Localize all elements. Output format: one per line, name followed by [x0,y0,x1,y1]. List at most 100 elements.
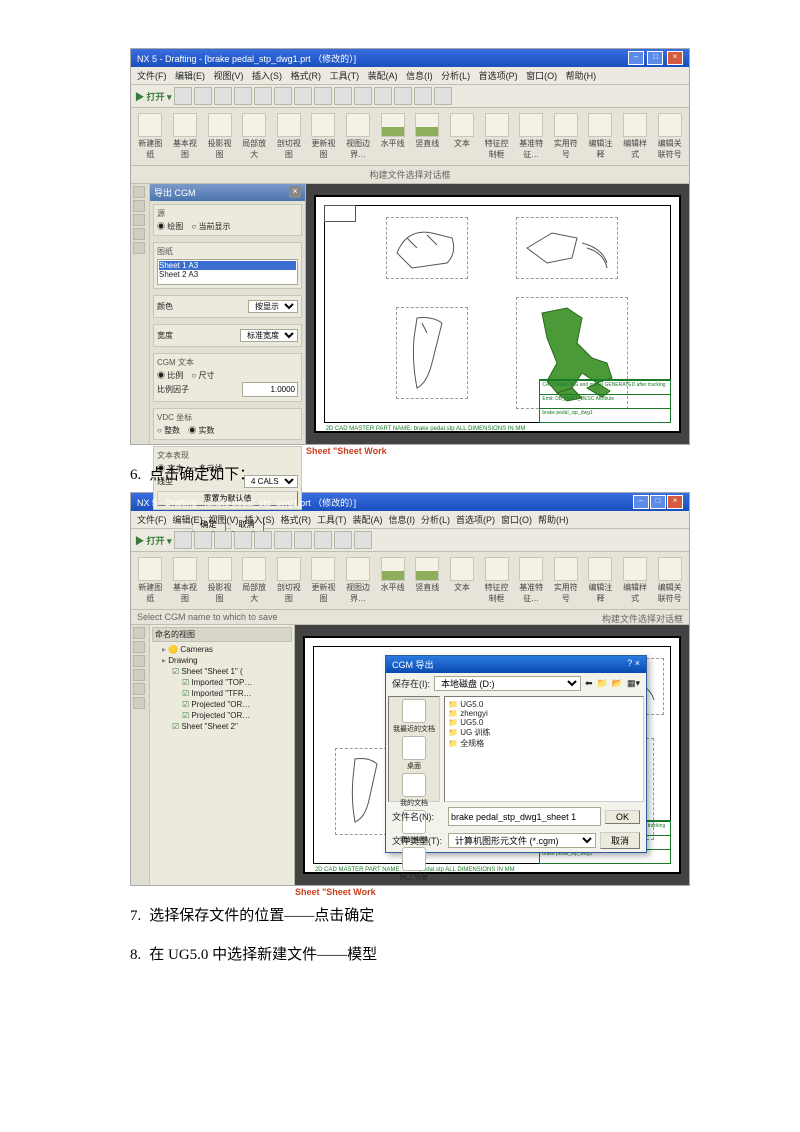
tool-icon[interactable] [234,87,252,105]
screenshot-2: NX 5 - Drafting - [brake pedal_stp_dwg1.… [130,492,690,886]
drawing-canvas[interactable]: CAD DRAWING and model GENERATED after tr… [306,184,689,444]
btn-detail[interactable]: 局部放大 [239,111,270,162]
radio-size[interactable]: ○ 尺寸 [191,371,214,380]
tree-item[interactable]: Projected "OR… [182,699,292,710]
tool-icon[interactable] [194,87,212,105]
place-desktop[interactable]: 桌面 [402,736,426,771]
close-icon[interactable]: × [667,495,683,509]
scale-input[interactable] [242,382,298,397]
menu-tools[interactable]: 工具(T) [330,71,360,81]
tool-icon[interactable] [394,87,412,105]
radio-real[interactable]: ◉ 实数 [188,426,214,435]
place-docs[interactable]: 我的文档 [400,773,428,808]
tree-item[interactable]: Sheet "Sheet 2" [172,721,292,732]
radio-current[interactable]: ○ 当前显示 [191,222,230,231]
folder-item[interactable]: UG 训练 [448,727,640,738]
radio-drawing[interactable]: ◉ 绘图 [157,222,183,231]
panel-title: 导出 CGM [154,186,196,199]
newfolder-icon[interactable]: 📂 [612,678,623,689]
btn-base-view[interactable]: 基本视图 [170,111,201,162]
minimize-icon[interactable]: – [633,495,649,509]
menu-assembly[interactable]: 装配(A) [368,71,398,81]
sheets-list[interactable]: Sheet 1 A3 Sheet 2 A3 [157,259,298,285]
btn-fcf[interactable]: 特征控制框 [481,111,512,162]
place-network[interactable]: 网上邻居 [400,847,428,882]
menu-edit[interactable]: 编辑(E) [175,71,205,81]
part-navigator[interactable]: 命名的视图 🟡 Cameras Drawing Sheet "Sheet 1" … [150,625,295,885]
radio-int[interactable]: ○ 整数 [157,426,180,435]
dialog-cancel-button[interactable]: 取消 [600,832,640,849]
step-7: 7.选择保存文件的位置——点击确定 [130,904,690,925]
btn-datum[interactable]: 基准特征… [516,111,547,162]
width-select[interactable]: 标准宽度 [240,329,298,342]
btn-edit-note[interactable]: 编辑注释 [585,111,616,162]
radio-scale[interactable]: ◉ 比例 [157,371,183,380]
tree-drawing[interactable]: Drawing [162,655,292,666]
step-6: 6.点击确定如下： [130,463,690,484]
tree-item[interactable]: Imported "TOP… [182,677,292,688]
maximize-icon[interactable]: □ [650,495,666,509]
drawing-canvas[interactable]: CAD DRAWING and model GENERATED after tr… [295,625,689,885]
menu-view[interactable]: 视图(V) [214,71,244,81]
btn-vline[interactable]: 竖直线 [412,111,443,162]
menu-prefs[interactable]: 首选项(P) [479,71,518,81]
source-label: 源 [157,208,298,219]
btn-edit-assoc[interactable]: 编辑关联符号 [654,111,685,162]
btn-update[interactable]: 更新视图 [308,111,339,162]
menu-file[interactable]: 文件(F) [137,71,167,81]
filetype-select[interactable]: 计算机图形元文件 (*.cgm) [448,833,596,848]
btn-hline[interactable]: 水平线 [377,111,408,162]
scale-label: 比例因子 [157,384,189,395]
screenshot-1: NX 5 - Drafting - [brake pedal_stp_dwg1.… [130,48,690,445]
btn-proj-view[interactable]: 投影视图 [204,111,235,162]
btn-boundary[interactable]: 视图边界… [343,111,374,162]
btn-new-sheet[interactable]: 新建图纸 [135,111,166,162]
file-list[interactable]: UG5.0 zhengyi UG5.0 UG 训练 全规格 [444,696,644,802]
close-icon[interactable]: × [667,51,683,65]
tool-icon[interactable] [354,87,372,105]
tool-icon[interactable] [414,87,432,105]
maximize-icon[interactable]: □ [647,51,663,65]
drawing-sheet: CAD DRAWING and model GENERATED after tr… [314,195,682,433]
btn-section[interactable]: 剖切视图 [274,111,305,162]
tool-icon[interactable] [254,87,272,105]
tool-icon[interactable] [214,87,232,105]
tree-item[interactable]: Sheet "Sheet 1" ( [172,666,292,677]
menu-insert[interactable]: 插入(S) [252,71,282,81]
tree-item[interactable]: Projected "OR… [182,710,292,721]
folder-item[interactable]: UG5.0 [448,718,640,727]
btn-symbol[interactable]: 实用符号 [551,111,582,162]
tree-root[interactable]: 🟡 Cameras [162,644,292,655]
color-select[interactable]: 按显示 [248,300,298,313]
start-button[interactable]: 打开 [147,92,165,102]
tool-icon[interactable] [174,87,192,105]
menu-help[interactable]: 帮助(H) [566,71,597,81]
folder-item[interactable]: UG5.0 [448,700,640,709]
menubar[interactable]: 文件(F) 编辑(E) 视图(V) 插入(S) 格式(R) 工具(T) 装配(A… [131,67,689,85]
minimize-icon[interactable]: – [628,51,644,65]
lookin-select[interactable]: 本地磁盘 (D:) [434,676,581,691]
filename-input[interactable] [448,807,601,826]
menu-info[interactable]: 信息(I) [406,71,433,81]
tool-icon[interactable] [294,87,312,105]
views-icon[interactable]: ▦▾ [627,678,640,689]
menu-format[interactable]: 格式(R) [291,71,322,81]
up-icon[interactable]: 📁 [597,678,608,689]
tool-icon[interactable] [274,87,292,105]
dialog-close-icon[interactable]: ? × [627,658,640,671]
menu-window[interactable]: 窗口(O) [526,71,557,81]
folder-item[interactable]: 全规格 [448,738,640,749]
back-icon[interactable]: ⬅ [585,678,593,689]
tool-icon[interactable] [374,87,392,105]
tree-item[interactable]: Imported "TFR… [182,688,292,699]
panel-close-icon[interactable]: × [289,186,301,198]
tool-icon[interactable] [314,87,332,105]
tool-icon[interactable] [334,87,352,105]
folder-item[interactable]: zhengyi [448,709,640,718]
btn-edit-style[interactable]: 编辑样式 [620,111,651,162]
btn-text[interactable]: 文本 [447,111,478,162]
place-recent[interactable]: 我最近的文档 [393,699,435,734]
tool-icon[interactable] [434,87,452,105]
dialog-ok-button[interactable]: OK [605,810,640,824]
menu-analyze[interactable]: 分析(L) [441,71,470,81]
